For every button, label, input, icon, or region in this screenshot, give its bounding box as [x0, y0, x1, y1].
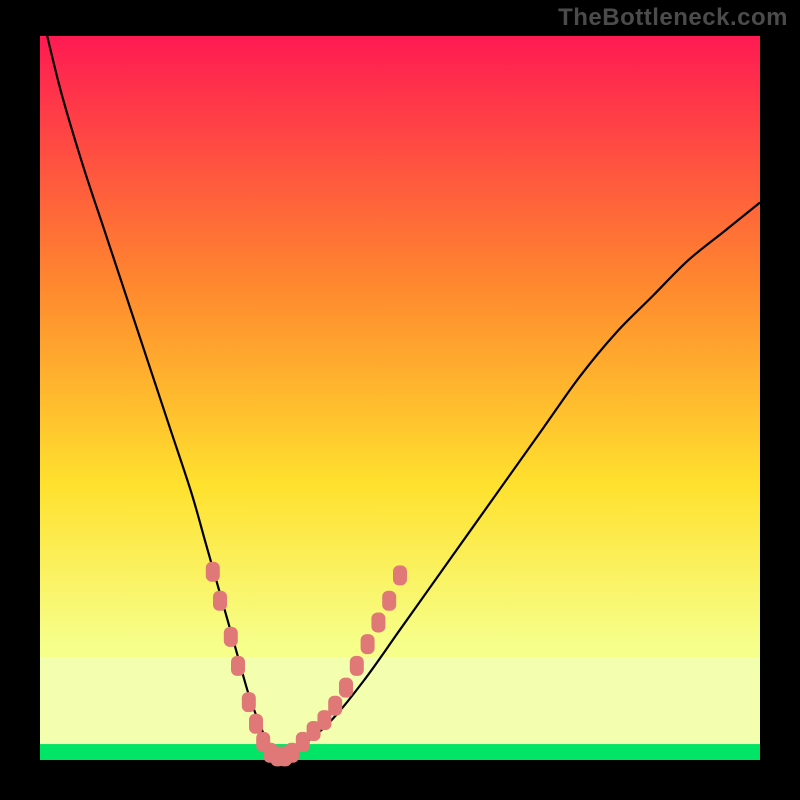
curve-marker	[350, 656, 364, 676]
curve-marker	[371, 612, 385, 632]
curve-marker	[206, 562, 220, 582]
curve-marker	[393, 565, 407, 585]
watermark-text: TheBottleneck.com	[558, 4, 788, 32]
bottleneck-chart	[0, 0, 800, 800]
yellow-band	[40, 657, 760, 744]
green-band	[40, 744, 760, 760]
curve-marker	[328, 696, 342, 716]
curve-marker	[242, 692, 256, 712]
curve-marker	[382, 591, 396, 611]
curve-marker	[339, 678, 353, 698]
curve-marker	[231, 656, 245, 676]
chart-root: TheBottleneck.com	[0, 0, 800, 800]
curve-marker	[213, 591, 227, 611]
curve-marker	[249, 714, 263, 734]
curve-marker	[361, 634, 375, 654]
curve-marker	[224, 627, 238, 647]
curve-marker	[317, 710, 331, 730]
plot-background	[40, 36, 760, 760]
